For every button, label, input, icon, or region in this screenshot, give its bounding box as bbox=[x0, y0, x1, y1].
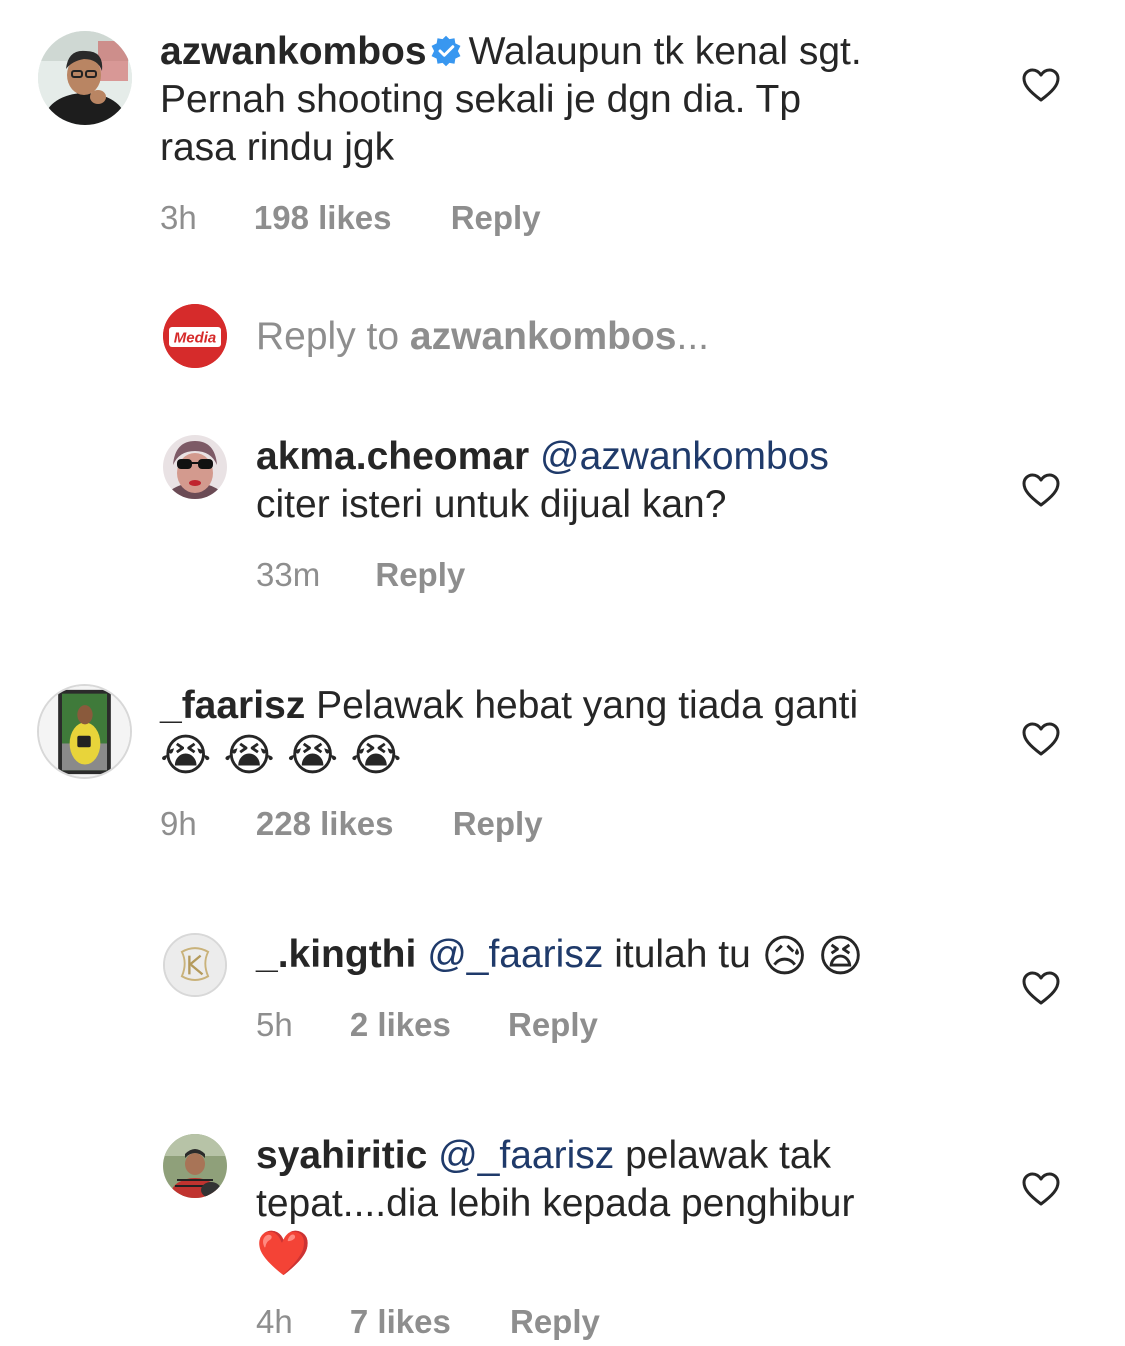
comment-username[interactable]: _faarisz bbox=[160, 684, 305, 727]
comment-text: _.kingthi @_faarisz itulah tu 😥😫 bbox=[256, 931, 976, 981]
comment-body-line3: rasa rindu jgk bbox=[160, 126, 395, 169]
reply-input-target: azwankombos bbox=[409, 315, 677, 358]
comment-body-line2: tepat....dia lebih kepada penghibur bbox=[256, 1182, 855, 1225]
comment-time: 3h bbox=[160, 199, 197, 236]
reply-input-suffix: ... bbox=[676, 315, 710, 358]
comment-username[interactable]: _.kingthi bbox=[256, 933, 416, 976]
media-logo-icon: Media bbox=[163, 304, 227, 368]
avatar-logo-icon bbox=[165, 935, 225, 995]
comment-mention[interactable]: @azwankombos bbox=[540, 435, 829, 478]
red-heart-emoji-icon: ❤️ bbox=[256, 1229, 311, 1278]
avatar-photo-icon bbox=[163, 1134, 227, 1198]
comment-username[interactable]: syahiritic bbox=[256, 1134, 427, 1177]
comment-meta: 4h 7 likes Reply bbox=[256, 1302, 600, 1342]
comment-text: syahiritic @_faarisz pelawak tak tepat..… bbox=[256, 1132, 996, 1278]
comment-meta: 9h 228 likes Reply bbox=[160, 804, 543, 844]
comment-username[interactable]: azwankombos bbox=[160, 30, 427, 73]
comment-likes[interactable]: 7 likes bbox=[350, 1302, 451, 1342]
comment-text: _faarisz Pelawak hebat yang tiada ganti … bbox=[160, 682, 990, 780]
comment-body-line1: itulah tu bbox=[614, 933, 751, 976]
comment-mention[interactable]: @_faarisz bbox=[438, 1134, 614, 1177]
comment-time: 5h bbox=[256, 1006, 293, 1043]
comment-body-line1: Pelawak hebat yang tiada ganti bbox=[316, 684, 859, 727]
comment-body-line1: pelawak tak bbox=[625, 1134, 832, 1177]
avatar[interactable] bbox=[163, 933, 227, 997]
reply-button[interactable]: Reply bbox=[510, 1302, 600, 1342]
avatar-photo-icon bbox=[38, 31, 132, 125]
media-logo-text: Media bbox=[174, 330, 217, 347]
reply-button[interactable]: Reply bbox=[375, 555, 465, 595]
comment-meta: 3h 198 likes Reply bbox=[160, 198, 541, 238]
comment-body-line2: Pernah shooting sekali je dgn dia. Tp bbox=[160, 78, 802, 121]
avatar[interactable] bbox=[37, 684, 132, 779]
avatar[interactable] bbox=[163, 435, 227, 499]
heart-outline-icon[interactable] bbox=[1021, 721, 1061, 757]
reply-input-prefix: Reply to bbox=[256, 315, 400, 358]
reply-button[interactable]: Reply bbox=[453, 804, 543, 844]
comment-text: akma.cheomar @azwankombos citer isteri u… bbox=[256, 433, 976, 529]
sad-face-emoji-icon: 😥😫 bbox=[761, 932, 874, 981]
comment-likes[interactable]: 198 likes bbox=[254, 198, 392, 238]
comment-likes[interactable]: 228 likes bbox=[256, 804, 394, 844]
avatar[interactable] bbox=[163, 1134, 227, 1198]
comment-meta: 33m Reply bbox=[256, 555, 465, 595]
heart-outline-icon[interactable] bbox=[1021, 67, 1061, 103]
crying-face-emoji-icon: 😭😭😭😭 bbox=[160, 731, 414, 780]
avatar[interactable] bbox=[38, 31, 132, 125]
comment-likes[interactable]: 2 likes bbox=[350, 1005, 451, 1045]
comment-body-line1: Walaupun tk kenal sgt. bbox=[468, 30, 862, 73]
current-user-avatar: Media bbox=[163, 304, 227, 368]
comment-time: 33m bbox=[256, 556, 321, 593]
avatar-photo-icon bbox=[163, 435, 227, 499]
comment-username[interactable]: akma.cheomar bbox=[256, 435, 529, 478]
heart-outline-icon[interactable] bbox=[1021, 970, 1061, 1006]
comment-meta: 5h 2 likes Reply bbox=[256, 1005, 598, 1045]
comment-body-line2: citer isteri untuk dijual kan? bbox=[256, 483, 727, 526]
heart-outline-icon[interactable] bbox=[1021, 472, 1061, 508]
heart-outline-icon[interactable] bbox=[1021, 1171, 1061, 1207]
comment-mention[interactable]: @_faarisz bbox=[427, 933, 603, 976]
reply-input[interactable]: Reply to azwankombos... bbox=[256, 313, 709, 361]
comment-time: 9h bbox=[160, 805, 197, 842]
avatar-photo-icon bbox=[39, 686, 130, 777]
reply-button[interactable]: Reply bbox=[451, 198, 541, 238]
reply-button[interactable]: Reply bbox=[508, 1005, 598, 1045]
verified-badge-icon bbox=[431, 35, 461, 67]
comment-time: 4h bbox=[256, 1303, 293, 1340]
comment-text: azwankombos Walaupun tk kenal sgt. Perna… bbox=[160, 28, 980, 172]
